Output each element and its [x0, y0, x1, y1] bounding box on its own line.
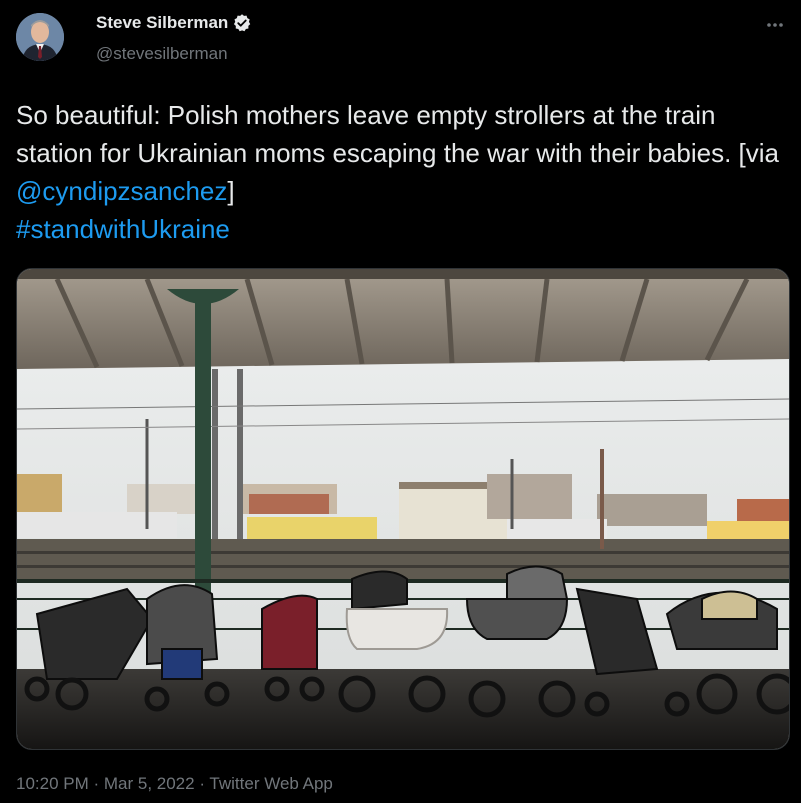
avatar-image [16, 13, 64, 61]
photo-strollers-train-station [17, 269, 789, 749]
verified-badge-icon [232, 13, 252, 33]
hashtag-link[interactable]: #standwithUkraine [16, 214, 230, 244]
more-dots-icon [767, 23, 783, 27]
tweet-text: So beautiful: Polish mothers leave empty… [16, 96, 786, 248]
avatar[interactable] [16, 13, 64, 61]
tweet-photo[interactable] [16, 268, 790, 750]
tweet-body-suffix: ] [227, 176, 235, 206]
tweet-meta: 10:20 PM · Mar 5, 2022 · Twitter Web App [16, 774, 333, 794]
timestamp-date[interactable]: Mar 5, 2022 [104, 774, 195, 793]
tweet-source[interactable]: Twitter Web App [209, 774, 332, 793]
more-options-button[interactable] [760, 10, 790, 40]
timestamp-time[interactable]: 10:20 PM [16, 774, 89, 793]
author-name[interactable]: Steve Silberman [96, 13, 228, 33]
author-handle[interactable]: @stevesilberman [96, 44, 228, 64]
tweet-body: So beautiful: Polish mothers leave empty… [16, 100, 780, 168]
meta-separator: · [88, 774, 104, 793]
author-name-row[interactable]: Steve Silberman [96, 13, 252, 33]
meta-separator: · [194, 774, 210, 793]
mention-link[interactable]: @cyndipzsanchez [16, 176, 227, 206]
